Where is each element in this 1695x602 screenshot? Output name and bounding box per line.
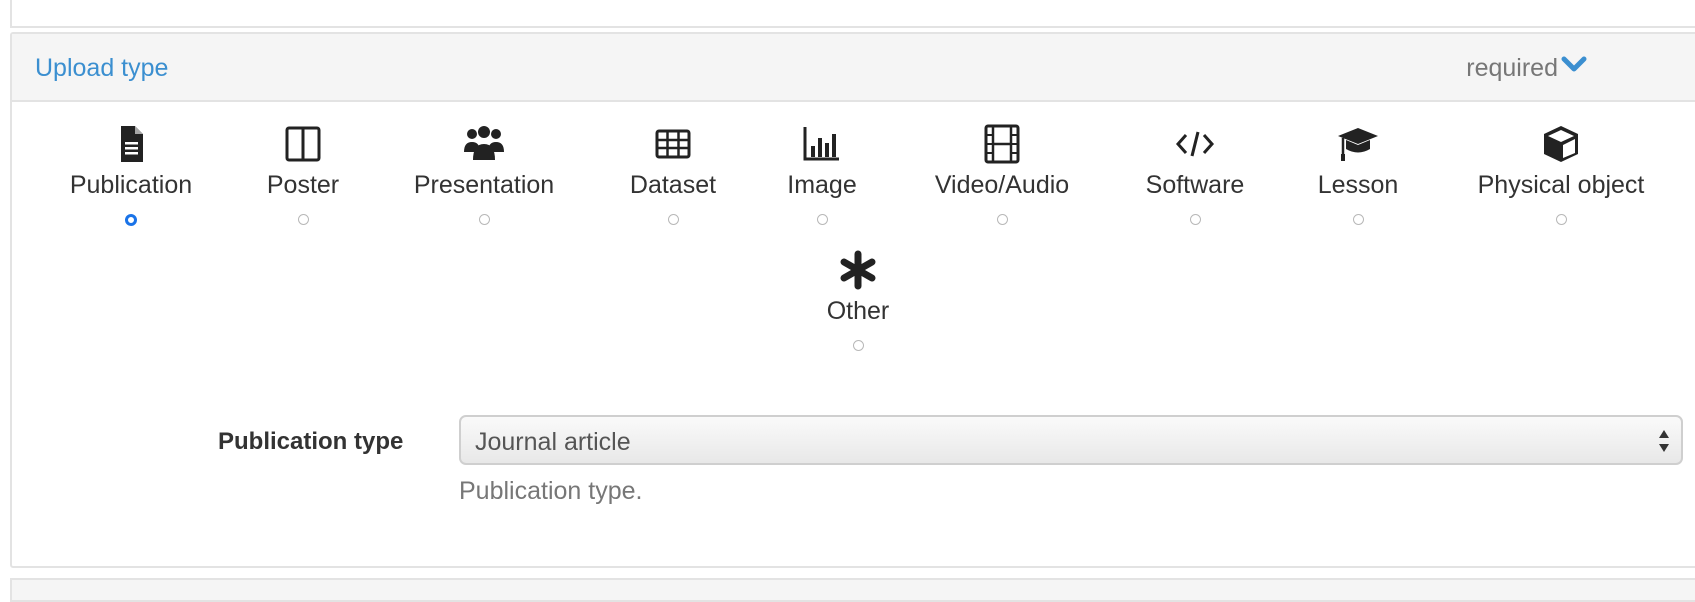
upload-type-label: Presentation xyxy=(413,171,555,199)
code-icon xyxy=(1173,122,1217,166)
radio-dataset[interactable] xyxy=(667,214,679,225)
upload-type-image[interactable]: Image xyxy=(727,122,917,225)
upload-type-software[interactable]: Software xyxy=(1100,122,1290,225)
film-icon xyxy=(980,122,1024,166)
upload-type-other[interactable]: Other xyxy=(763,248,953,351)
select-arrows-icon xyxy=(1657,427,1671,455)
upload-type-physical-object[interactable]: Physical object xyxy=(1466,122,1656,225)
upload-type-label: Physical object xyxy=(1477,171,1645,199)
radio-publication[interactable] xyxy=(125,214,137,226)
publication-type-label: Publication type xyxy=(218,428,404,455)
cube-icon xyxy=(1539,122,1583,166)
upload-type-label: Publication xyxy=(69,171,193,199)
upload-type-label: Lesson xyxy=(1317,171,1399,199)
table-icon xyxy=(651,122,695,166)
upload-type-label: Other xyxy=(826,297,890,325)
radio-software[interactable] xyxy=(1189,214,1201,225)
previous-panel xyxy=(10,0,1695,28)
file-text-icon xyxy=(109,122,153,166)
radio-image[interactable] xyxy=(816,214,828,225)
upload-type-video-audio[interactable]: Video/Audio xyxy=(907,122,1097,225)
upload-type-lesson[interactable]: Lesson xyxy=(1263,122,1453,225)
radio-poster[interactable] xyxy=(297,214,309,225)
radio-presentation[interactable] xyxy=(478,214,490,225)
upload-type-poster[interactable]: Poster xyxy=(208,122,398,225)
radio-video-audio[interactable] xyxy=(996,214,1008,225)
asterisk-icon xyxy=(836,248,880,292)
radio-lesson[interactable] xyxy=(1352,214,1364,225)
graduation-cap-icon xyxy=(1336,122,1380,166)
bar-chart-icon xyxy=(800,122,844,166)
chevron-down-icon[interactable] xyxy=(1560,50,1588,78)
required-label: required xyxy=(1466,54,1558,82)
help-text: Publication type. xyxy=(459,477,643,505)
radio-physical-object[interactable] xyxy=(1555,214,1567,225)
upload-type-publication[interactable]: Publication xyxy=(36,122,226,226)
upload-type-label: Video/Audio xyxy=(934,171,1070,199)
panel-heading[interactable]: Upload type required xyxy=(12,34,1695,102)
radio-other[interactable] xyxy=(852,340,864,351)
upload-type-label: Software xyxy=(1145,171,1245,199)
publication-type-select[interactable]: Journal article xyxy=(459,415,1683,465)
select-value: Journal article xyxy=(475,428,631,456)
group-icon xyxy=(462,122,506,166)
next-panel xyxy=(10,578,1695,602)
panel-title[interactable]: Upload type xyxy=(35,54,168,83)
upload-type-label: Image xyxy=(787,171,857,199)
columns-icon xyxy=(281,122,325,166)
upload-type-presentation[interactable]: Presentation xyxy=(389,122,579,225)
upload-type-label: Poster xyxy=(266,171,340,199)
